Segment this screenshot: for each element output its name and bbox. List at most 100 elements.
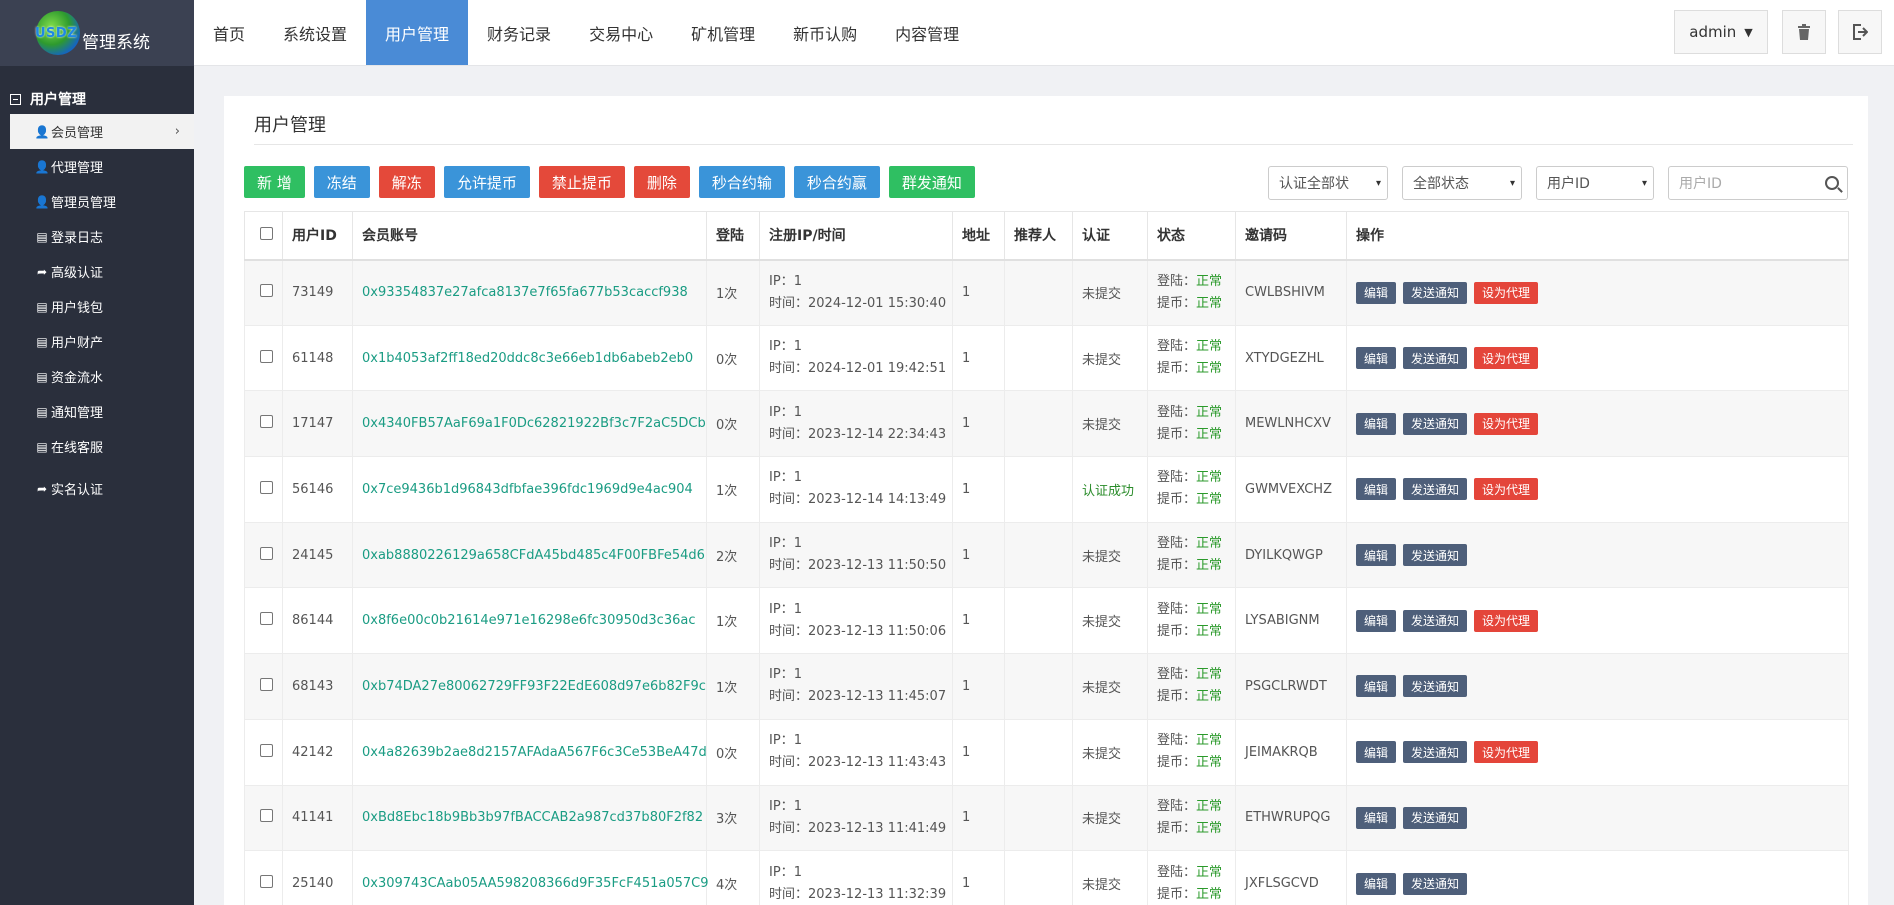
col-address[interactable]: 地址 <box>952 211 1005 261</box>
sidebar-item[interactable]: ▤ 用户财产 <box>0 324 194 359</box>
account-link[interactable]: 0x1b4053af2ff18ed20ddc8c3e66eb1db6abeb2e… <box>362 351 693 366</box>
sidebar-item[interactable]: ▤ 资金流水 <box>0 359 194 394</box>
account-link[interactable]: 0xb74DA27e80062729FF93F22EdE608d97e6b82F… <box>362 679 706 694</box>
col-invite[interactable]: 邀请码 <box>1235 211 1347 261</box>
set-agent-button[interactable]: 设为代理 <box>1474 347 1539 370</box>
col-logins[interactable]: 登陆 <box>706 211 760 261</box>
top-nav-item[interactable]: 首页 <box>194 0 264 65</box>
delete-button[interactable]: 删除 <box>633 166 690 198</box>
sidebar-item[interactable]: ▤ 通知管理 <box>0 394 194 429</box>
logo[interactable]: USDZ 管理系统 <box>0 0 194 66</box>
row-checkbox[interactable] <box>260 809 273 823</box>
account-link[interactable]: 0x309743CAab05AA598208366d9F35FcF451a057… <box>362 876 709 891</box>
edit-button[interactable]: 编辑 <box>1356 281 1397 304</box>
add-button[interactable]: 新 增 <box>244 166 305 198</box>
freeze-button[interactable]: 冻结 <box>313 166 370 198</box>
sidebar-group-user-management[interactable]: 用户管理 <box>0 84 194 114</box>
search-icon[interactable] <box>1825 176 1839 190</box>
row-actions: 编辑 发送通知 设为代理 <box>1356 281 1848 304</box>
edit-button[interactable]: 编辑 <box>1356 544 1397 567</box>
col-account[interactable]: 会员账号 <box>352 211 707 261</box>
logout-button[interactable] <box>1838 10 1882 54</box>
col-auth[interactable]: 认证 <box>1072 211 1148 261</box>
table-row: 86144 0x8f6e00c0b21614e971e16298e6fc30950… <box>244 587 1849 655</box>
top-nav-item[interactable]: 新币认购 <box>774 0 876 65</box>
row-checkbox[interactable] <box>260 612 273 626</box>
user-menu-button[interactable]: admin ▼ <box>1674 10 1768 54</box>
row-checkbox[interactable] <box>260 349 273 363</box>
sidebar-item[interactable]: 👤 代理管理 <box>0 149 194 184</box>
search-field-select[interactable]: 用户ID ▾ <box>1536 166 1654 200</box>
sidebar-item[interactable]: ▤ 登录日志 <box>0 219 194 254</box>
account-link[interactable]: 0x7ce9436b1d96843dfbfae396fdc1969d9e4ac9… <box>362 482 693 497</box>
send-notify-button[interactable]: 发送通知 <box>1403 478 1468 501</box>
col-user-id[interactable]: 用户ID <box>282 211 353 261</box>
sidebar-item[interactable]: ➦ 实名认证 <box>0 471 194 506</box>
col-referrer[interactable]: 推荐人 <box>1004 211 1073 261</box>
top-nav-item[interactable]: 内容管理 <box>876 0 978 65</box>
account-link[interactable]: 0xab8880226129a658CFdA45bd485c4F00FBFe54… <box>362 548 705 563</box>
auth-status-select[interactable]: 认证全部状 ▾ <box>1268 166 1388 200</box>
contract-win-button[interactable]: 秒合约赢 <box>793 166 880 198</box>
send-notify-button[interactable]: 发送通知 <box>1403 675 1468 698</box>
account-link[interactable]: 0x93354837e27afca8137e7f65fa677b53caccf9… <box>362 285 688 300</box>
top-nav-item[interactable]: 矿机管理 <box>672 0 774 65</box>
sidebar-item[interactable]: ▤ 在线客服 <box>0 429 194 464</box>
send-notify-button[interactable]: 发送通知 <box>1403 741 1468 764</box>
sidebar-item[interactable]: 👤 会员管理 › <box>10 114 194 149</box>
row-checkbox[interactable] <box>260 284 273 298</box>
send-notify-button[interactable]: 发送通知 <box>1403 872 1468 895</box>
sidebar-item[interactable]: ➦ 高级认证 <box>0 254 194 289</box>
send-notify-button[interactable]: 发送通知 <box>1403 609 1468 632</box>
send-notify-button[interactable]: 发送通知 <box>1403 806 1468 829</box>
row-checkbox[interactable] <box>260 677 273 691</box>
col-register[interactable]: 注册IP/时间 <box>759 211 953 261</box>
select-cell <box>244 456 283 523</box>
set-agent-button[interactable]: 设为代理 <box>1474 478 1539 501</box>
status-select[interactable]: 全部状态 ▾ <box>1402 166 1522 200</box>
unfreeze-button[interactable]: 解冻 <box>378 166 435 198</box>
row-checkbox[interactable] <box>260 415 273 429</box>
set-agent-button[interactable]: 设为代理 <box>1474 609 1539 632</box>
row-checkbox[interactable] <box>260 480 273 494</box>
top-nav-item[interactable]: 用户管理 <box>366 0 469 65</box>
forbid-withdraw-button[interactable]: 禁止提币 <box>538 166 625 198</box>
ip-value: 1 <box>793 601 802 617</box>
set-agent-button[interactable]: 设为代理 <box>1474 412 1539 435</box>
send-notify-button[interactable]: 发送通知 <box>1403 412 1468 435</box>
set-agent-button[interactable]: 设为代理 <box>1474 281 1539 304</box>
edit-button[interactable]: 编辑 <box>1356 806 1397 829</box>
broadcast-notify-button[interactable]: 群发通知 <box>888 166 975 198</box>
send-notify-button[interactable]: 发送通知 <box>1403 347 1468 370</box>
top-nav-item[interactable]: 交易中心 <box>570 0 672 65</box>
select-all-checkbox[interactable] <box>260 226 273 240</box>
top-nav-item[interactable]: 系统设置 <box>264 0 366 65</box>
send-notify-button[interactable]: 发送通知 <box>1403 281 1468 304</box>
account-link[interactable]: 0x4340FB57AaF69a1F0Dc62821922Bf3c7F2aC5D… <box>362 416 706 431</box>
row-checkbox[interactable] <box>260 875 273 889</box>
search-input[interactable]: 用户ID <box>1668 166 1848 200</box>
sidebar-item[interactable]: ▤ 用户钱包 <box>0 289 194 324</box>
account-link[interactable]: 0xBd8Ebc18b9Bb3b97fBACCAB2a987cd37b80F2f… <box>362 810 703 825</box>
edit-button[interactable]: 编辑 <box>1356 872 1397 895</box>
edit-button[interactable]: 编辑 <box>1356 675 1397 698</box>
edit-button[interactable]: 编辑 <box>1356 609 1397 632</box>
account-link[interactable]: 0x4a82639b2ae8d2157AFAdaA567F6c3Ce53BeA4… <box>362 745 707 760</box>
edit-button[interactable]: 编辑 <box>1356 347 1397 370</box>
sidebar-item[interactable]: 👤 管理员管理 <box>0 184 194 219</box>
edit-button[interactable]: 编辑 <box>1356 478 1397 501</box>
top-nav-item[interactable]: 财务记录 <box>468 0 570 65</box>
send-notify-button[interactable]: 发送通知 <box>1403 544 1468 567</box>
set-agent-button[interactable]: 设为代理 <box>1474 741 1539 764</box>
invite-code: ETHWRUPQG <box>1245 810 1331 826</box>
clear-cache-button[interactable] <box>1782 10 1826 54</box>
account-link[interactable]: 0x8f6e00c0b21614e971e16298e6fc30950d3c36… <box>362 613 696 628</box>
col-status[interactable]: 状态 <box>1147 211 1236 261</box>
allow-withdraw-button[interactable]: 允许提币 <box>443 166 530 198</box>
edit-button[interactable]: 编辑 <box>1356 741 1397 764</box>
user-id-cell: 24145 <box>282 521 353 589</box>
row-checkbox[interactable] <box>260 743 273 757</box>
contract-lose-button[interactable]: 秒合约输 <box>698 166 785 198</box>
row-checkbox[interactable] <box>260 546 273 560</box>
edit-button[interactable]: 编辑 <box>1356 412 1397 435</box>
